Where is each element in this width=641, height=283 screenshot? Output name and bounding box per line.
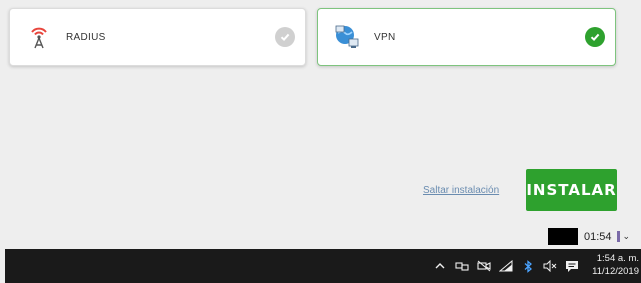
skip-installation-link[interactable]: Saltar instalación	[423, 185, 499, 196]
wifi-icon[interactable]	[499, 259, 513, 273]
checked-icon	[585, 27, 605, 47]
camera-off-icon[interactable]	[477, 259, 491, 273]
session-timer: 01:54 ⌄	[548, 228, 630, 245]
volume-muted-icon[interactable]	[543, 259, 557, 273]
vpn-option-card[interactable]: VPN	[317, 8, 616, 66]
radio-tower-icon	[26, 24, 52, 50]
bluetooth-icon[interactable]	[521, 259, 535, 273]
clock-time: 1:54 a. m.	[596, 253, 639, 264]
taskbar: 1:54 a. m. 11/12/2019	[5, 249, 641, 283]
chevron-up-icon[interactable]	[433, 259, 447, 273]
radius-option-card[interactable]: RADIUS	[9, 8, 306, 66]
timer-black-box	[548, 228, 578, 245]
installer-window: RADIUS VPN Saltar instalación INSTALAR 0…	[0, 0, 641, 283]
system-tray	[433, 249, 579, 283]
radius-option-label: RADIUS	[66, 31, 106, 43]
timer-value: 01:54	[584, 230, 612, 243]
vpn-network-icon	[334, 24, 360, 50]
network-icon[interactable]	[455, 259, 469, 273]
unchecked-icon	[275, 27, 295, 47]
chevron-down-icon[interactable]: ⌄	[623, 231, 631, 242]
notifications-icon[interactable]	[565, 259, 579, 273]
timer-level-bar	[616, 231, 620, 242]
clock-date: 11/12/2019	[592, 266, 639, 277]
vpn-option-label: VPN	[374, 31, 396, 43]
install-button[interactable]: INSTALAR	[526, 169, 617, 211]
taskbar-clock[interactable]: 1:54 a. m. 11/12/2019	[592, 252, 639, 278]
